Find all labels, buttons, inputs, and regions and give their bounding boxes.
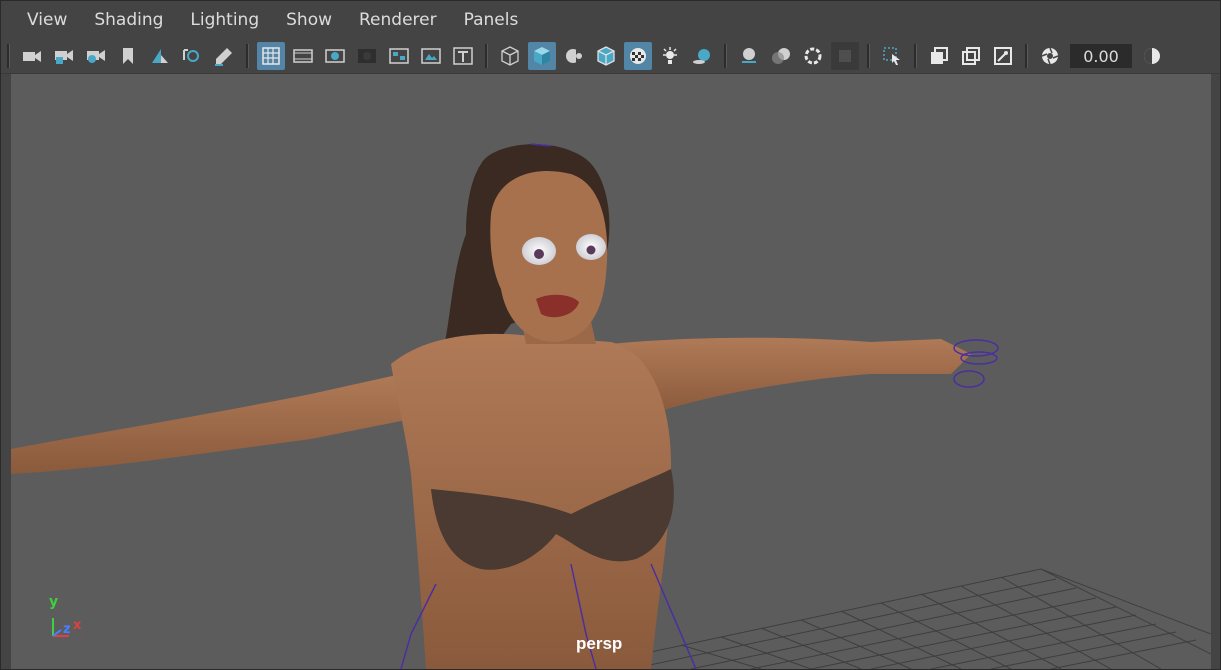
lock-camera-icon[interactable]	[50, 42, 78, 70]
wireframe-on-shaded-icon[interactable]	[592, 42, 620, 70]
wireframe-icon[interactable]	[496, 42, 524, 70]
panel-menu-bar: View Shading Lighting Show Renderer Pane…	[1, 1, 1220, 39]
grease-pencil-icon[interactable]	[210, 42, 238, 70]
menu-view[interactable]: View	[1, 10, 81, 30]
menu-show[interactable]: Show	[273, 10, 346, 30]
xray-icon[interactable]	[925, 42, 953, 70]
viewport-panel: View Shading Lighting Show Renderer Pane…	[0, 0, 1221, 670]
screen-space-ambient-occlusion-icon[interactable]	[735, 42, 763, 70]
axis-label-z: z	[63, 622, 71, 637]
view-axis-indicator: y z x	[45, 594, 95, 644]
bookmark-icon[interactable]	[114, 42, 142, 70]
panel-toolbar: 0.00	[1, 39, 1220, 74]
toolbar-divider	[724, 44, 727, 68]
toolbar-divider	[1025, 44, 1028, 68]
camera-name-label: persp	[576, 634, 623, 653]
image-plane-icon[interactable]	[146, 42, 174, 70]
menu-shading[interactable]: Shading	[81, 10, 177, 30]
motion-blur-icon[interactable]	[767, 42, 795, 70]
left-arm	[11, 374, 411, 474]
multisample-aa-icon[interactable]	[799, 42, 827, 70]
depth-of-field-icon[interactable]	[831, 42, 859, 70]
grid-icon[interactable]	[257, 42, 285, 70]
exposure-icon[interactable]	[1036, 42, 1064, 70]
perspective-viewport[interactable]: y z x persp	[11, 74, 1211, 669]
xray-joints-icon[interactable]	[989, 42, 1017, 70]
use-all-lights-icon[interactable]	[656, 42, 684, 70]
toolbar-divider	[485, 44, 488, 68]
toolbar-divider	[867, 44, 870, 68]
toolbar-divider	[246, 44, 249, 68]
resolution-gate-icon[interactable]	[321, 42, 349, 70]
axis-label-y: y	[49, 594, 59, 610]
exposure-field[interactable]: 0.00	[1070, 44, 1132, 68]
two-d-pan-zoom-icon[interactable]	[178, 42, 206, 70]
gate-mask-icon[interactable]	[353, 42, 381, 70]
menu-lighting[interactable]: Lighting	[177, 10, 273, 30]
camera-icon[interactable]	[18, 42, 46, 70]
shadows-icon[interactable]	[688, 42, 716, 70]
menu-renderer[interactable]: Renderer	[346, 10, 451, 30]
xray-active-components-icon[interactable]	[957, 42, 985, 70]
toolbar-divider	[914, 44, 917, 68]
smooth-shade-icon[interactable]	[528, 42, 556, 70]
scene-render	[11, 143, 1211, 669]
safe-action-icon[interactable]	[417, 42, 445, 70]
ground-grid	[570, 568, 1211, 669]
axis-label-x: x	[73, 618, 82, 633]
textured-icon[interactable]	[624, 42, 652, 70]
right-arm	[611, 337, 971, 414]
gamma-icon[interactable]	[1138, 42, 1166, 70]
menu-panels[interactable]: Panels	[451, 10, 533, 30]
isolate-select-icon[interactable]	[878, 42, 906, 70]
film-gate-icon[interactable]	[289, 42, 317, 70]
safe-title-icon[interactable]	[449, 42, 477, 70]
camera-attributes-icon[interactable]	[82, 42, 110, 70]
default-material-icon[interactable]	[560, 42, 588, 70]
field-chart-icon[interactable]	[385, 42, 413, 70]
toolbar-divider	[7, 44, 10, 68]
